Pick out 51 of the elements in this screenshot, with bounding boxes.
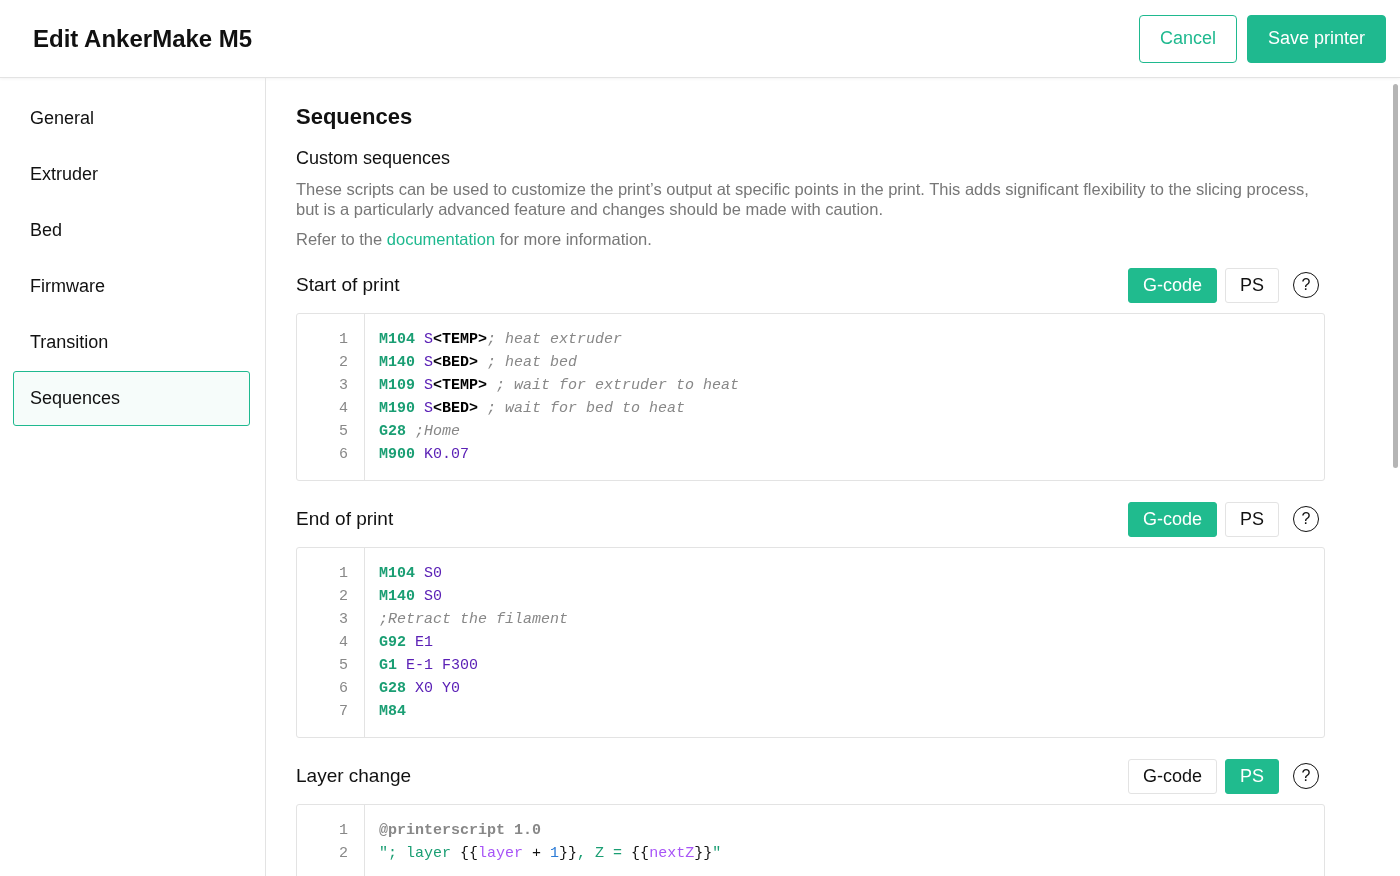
sidebar-item[interactable]: Sequences: [13, 371, 250, 426]
code-editor[interactable]: 1 2 3 4 5 6 7 M104 S0 M140 S0 ;Retract the filament G92 E1 G1 E-1 F300 G28 X0 Y0 M84: [296, 547, 1325, 738]
line-number: 1: [339, 330, 349, 350]
code-line: G28 ;Home: [379, 422, 462, 442]
mode-toggle[interactable]: PS: [1225, 501, 1279, 537]
code-line: M140 S0: [379, 587, 444, 607]
sidebar-item[interactable]: Firmware: [13, 259, 250, 314]
line-number: 2: [339, 844, 349, 864]
code-line: M104 S0: [379, 564, 444, 584]
line-number: 6: [339, 445, 349, 465]
sidebar-item[interactable]: Transition: [13, 315, 250, 370]
scrollbar[interactable]: [1393, 84, 1398, 468]
code-line: M109 S<TEMP> ; wait for extruder to heat: [379, 376, 740, 396]
subsection-heading: Custom sequences: [296, 148, 452, 169]
code-line: M104 S<TEMP>; heat extruder: [379, 330, 624, 350]
line-number: 5: [339, 422, 349, 442]
code-editor[interactable]: 1 2 @printerscript 1.0 "; layer {{layer + 1}}, Z = {{nextZ}}": [296, 804, 1325, 876]
code-line: G1 E-1 F300: [379, 656, 480, 676]
sequence-title: End of print: [296, 508, 394, 530]
code-line: M140 S<BED> ; heat bed: [379, 353, 579, 373]
line-number: 1: [339, 821, 349, 841]
mode-toggle[interactable]: PS: [1225, 267, 1279, 303]
code-line: M84: [379, 702, 407, 722]
line-number: 4: [339, 399, 349, 419]
line-number: 7: [339, 702, 349, 722]
line-number: 3: [339, 376, 349, 396]
code-editor[interactable]: 1 2 3 4 5 6 M104 S<TEMP>; heat extruder M140 S<BED> ; heat bed M109 S<TEMP> ; wait for extruder to heat M190 S<BED> ; wait for bed to heat G28 ;Home M900 K0.07: [296, 313, 1325, 481]
code-line: M190 S<BED> ; wait for bed to heat: [379, 399, 687, 419]
code-line: G92 E1: [379, 633, 435, 653]
code-line: G28 X0 Y0: [379, 679, 462, 699]
line-number: 4: [339, 633, 349, 653]
line-number: 3: [339, 610, 349, 630]
sequence-title: Layer change: [296, 765, 412, 787]
line-number: 2: [339, 353, 349, 373]
line-number: 6: [339, 679, 349, 699]
sidebar-item[interactable]: General: [13, 91, 250, 146]
sequence-title: Start of print: [296, 274, 400, 296]
sidebar-item[interactable]: Bed: [13, 203, 250, 258]
code-line: "; layer {{layer + 1}}, Z = {{nextZ}}": [379, 844, 722, 864]
line-number: 5: [339, 656, 349, 676]
code-line: M900 K0.07: [379, 445, 471, 465]
line-number: 1: [339, 564, 349, 584]
code-line: ;Retract the filament: [379, 610, 569, 630]
sidebar-item[interactable]: Extruder: [13, 147, 250, 202]
reference-text: Refer to the documentation for more information.: [296, 229, 653, 249]
page-title: Edit AnkerMake M5: [33, 24, 253, 53]
line-number: 2: [339, 587, 349, 607]
description-text: These scripts can be used to customize the print’s output at specific points in the print. This adds significant flexibility to the slicing process, but is a particularly advanced feature and changes should be made with caution.: [296, 179, 1310, 219]
code-line: @printerscript 1.0: [379, 821, 543, 841]
mode-toggle[interactable]: G-code: [1127, 758, 1217, 794]
section-heading: Sequences: [296, 104, 414, 130]
